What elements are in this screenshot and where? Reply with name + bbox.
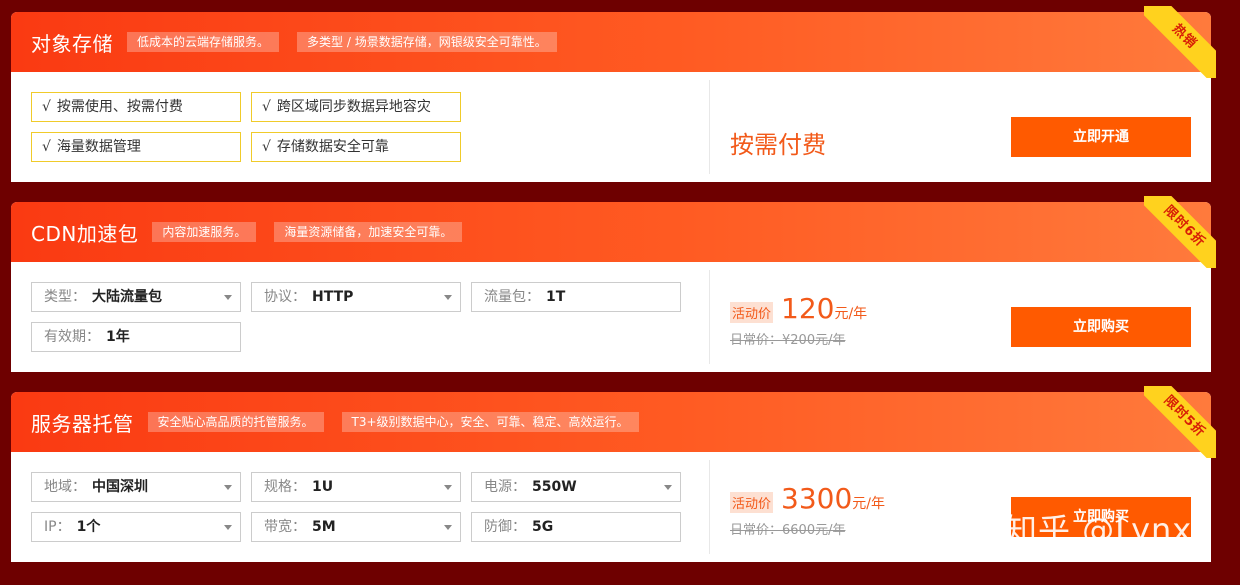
caret-down-icon bbox=[444, 525, 452, 530]
field-label: 流量包： bbox=[484, 289, 540, 305]
price-number: 120 bbox=[781, 292, 835, 325]
field-label: 有效期： bbox=[44, 329, 100, 345]
card-title: 对象存储 bbox=[31, 31, 113, 56]
card-header: CDN加速包 内容加速服务。 海量资源储备，加速安全可靠。 限时6折 bbox=[11, 196, 1216, 268]
ribbon-label: 限时5折 bbox=[1144, 386, 1216, 458]
card-title: 服务器托管 bbox=[31, 411, 134, 436]
bandwidth-select[interactable]: 带宽： 5M bbox=[251, 512, 461, 542]
field-label: 协议： bbox=[264, 289, 306, 305]
field-value: 1T bbox=[546, 289, 566, 305]
divider bbox=[709, 460, 710, 554]
divider bbox=[709, 80, 710, 174]
card-tag: T3+级别数据中心，安全、可靠、稳定、高效运行。 bbox=[341, 412, 639, 432]
feature-label: 存储数据安全可靠 bbox=[276, 139, 389, 155]
feature-item: √ 存储数据安全可靠 bbox=[251, 132, 461, 162]
caret-down-icon bbox=[224, 525, 232, 530]
activity-price: 活动价 3300 元/年 bbox=[730, 482, 885, 515]
caret-down-icon bbox=[444, 485, 452, 490]
hot-ribbon: 热销 bbox=[1144, 6, 1216, 78]
caret-down-icon bbox=[224, 485, 232, 490]
card-title: CDN加速包 bbox=[31, 221, 139, 246]
spec-select[interactable]: 规格： 1U bbox=[251, 472, 461, 502]
price-unit: 元/年 bbox=[852, 496, 885, 512]
field-value: 5G bbox=[532, 519, 554, 535]
card-tag: 低成本的云端存储服务。 bbox=[127, 32, 280, 52]
check-icon: √ bbox=[262, 99, 271, 115]
check-icon: √ bbox=[42, 99, 51, 115]
field-value: 中国深圳 bbox=[92, 479, 148, 495]
discount-ribbon: 限时6折 bbox=[1144, 196, 1216, 268]
feature-item: √ 跨区域同步数据异地容灾 bbox=[251, 92, 461, 122]
watermark: 知乎 @Lynx bbox=[1005, 511, 1193, 549]
feature-label: 海量数据管理 bbox=[56, 139, 141, 155]
activity-tag: 活动价 bbox=[730, 492, 774, 513]
caret-down-icon bbox=[444, 295, 452, 300]
card-tag: 海量资源储备，加速安全可靠。 bbox=[274, 222, 463, 242]
card-body: √ 按需使用、按需付费 √ 跨区域同步数据异地容灾 √ 海量数据管理 √ 存储数据安全可… bbox=[11, 72, 1211, 182]
field-label: 地域： bbox=[44, 479, 86, 495]
object-storage-card: 对象存储 低成本的云端存储服务。 多类型 / 场景数据存储，网银级安全可靠性。 … bbox=[11, 6, 1216, 182]
field-value: HTTP bbox=[312, 289, 354, 305]
price-number: 3300 bbox=[781, 482, 853, 515]
field-label: 电源： bbox=[484, 479, 526, 495]
power-select[interactable]: 电源： 550W bbox=[471, 472, 681, 502]
card-header: 对象存储 低成本的云端存储服务。 多类型 / 场景数据存储，网银级安全可靠性。 … bbox=[11, 6, 1216, 78]
price-unit: 元/年 bbox=[834, 306, 868, 322]
card-header: 服务器托管 安全贴心高品质的托管服务。 T3+级别数据中心，安全、可靠、稳定、高… bbox=[11, 386, 1216, 458]
validity-field[interactable]: 有效期： 1年 bbox=[31, 322, 241, 352]
feature-item: √ 海量数据管理 bbox=[31, 132, 241, 162]
card-body: 类型： 大陆流量包 协议： HTTP 流量包： 1T 有效期： 1年 活动价 120 元… bbox=[11, 262, 1211, 372]
field-label: 防御： bbox=[484, 519, 526, 535]
feature-item: √ 按需使用、按需付费 bbox=[31, 92, 241, 122]
caret-down-icon bbox=[224, 295, 232, 300]
defense-field[interactable]: 防御： 5G bbox=[471, 512, 681, 542]
ribbon-label: 限时6折 bbox=[1144, 196, 1216, 268]
card-tag: 内容加速服务。 bbox=[152, 222, 257, 242]
region-select[interactable]: 地域： 中国深圳 bbox=[31, 472, 241, 502]
activity-tag: 活动价 bbox=[730, 302, 774, 323]
card-tag: 多类型 / 场景数据存储，网银级安全可靠性。 bbox=[297, 32, 557, 52]
activity-price: 活动价 120 元/年 bbox=[730, 292, 867, 325]
discount-ribbon: 限时5折 bbox=[1144, 386, 1216, 458]
ip-select[interactable]: IP： 1个 bbox=[31, 512, 241, 542]
field-label: 带宽： bbox=[264, 519, 306, 535]
field-label: 规格： bbox=[264, 479, 306, 495]
activate-button[interactable]: 立即开通 bbox=[1011, 117, 1191, 157]
field-value: 550W bbox=[532, 479, 577, 495]
card-tag: 安全贴心高品质的托管服务。 bbox=[147, 412, 324, 432]
check-icon: √ bbox=[262, 139, 271, 155]
check-icon: √ bbox=[42, 139, 51, 155]
field-label: 类型： bbox=[44, 289, 86, 305]
traffic-field[interactable]: 流量包： 1T bbox=[471, 282, 681, 312]
caret-down-icon bbox=[664, 485, 672, 490]
field-value: 1年 bbox=[106, 329, 130, 345]
price-text: 按需付费 bbox=[730, 131, 826, 159]
divider bbox=[709, 270, 710, 364]
original-price: 日常价：6600元/年 bbox=[730, 523, 846, 538]
ribbon-label: 热销 bbox=[1144, 6, 1216, 78]
original-price: 日常价：¥200元/年 bbox=[730, 333, 846, 348]
buy-button[interactable]: 立即购买 bbox=[1011, 307, 1191, 347]
feature-label: 按需使用、按需付费 bbox=[56, 99, 183, 115]
cdn-package-card: CDN加速包 内容加速服务。 海量资源储备，加速安全可靠。 限时6折 类型： 大陆… bbox=[11, 196, 1216, 372]
type-select[interactable]: 类型： 大陆流量包 bbox=[31, 282, 241, 312]
field-value: 大陆流量包 bbox=[92, 289, 162, 305]
field-value: 1U bbox=[312, 479, 334, 495]
feature-label: 跨区域同步数据异地容灾 bbox=[276, 99, 431, 115]
field-value: 1个 bbox=[76, 519, 101, 535]
field-value: 5M bbox=[312, 519, 336, 535]
field-label: IP： bbox=[44, 519, 71, 535]
protocol-select[interactable]: 协议： HTTP bbox=[251, 282, 461, 312]
